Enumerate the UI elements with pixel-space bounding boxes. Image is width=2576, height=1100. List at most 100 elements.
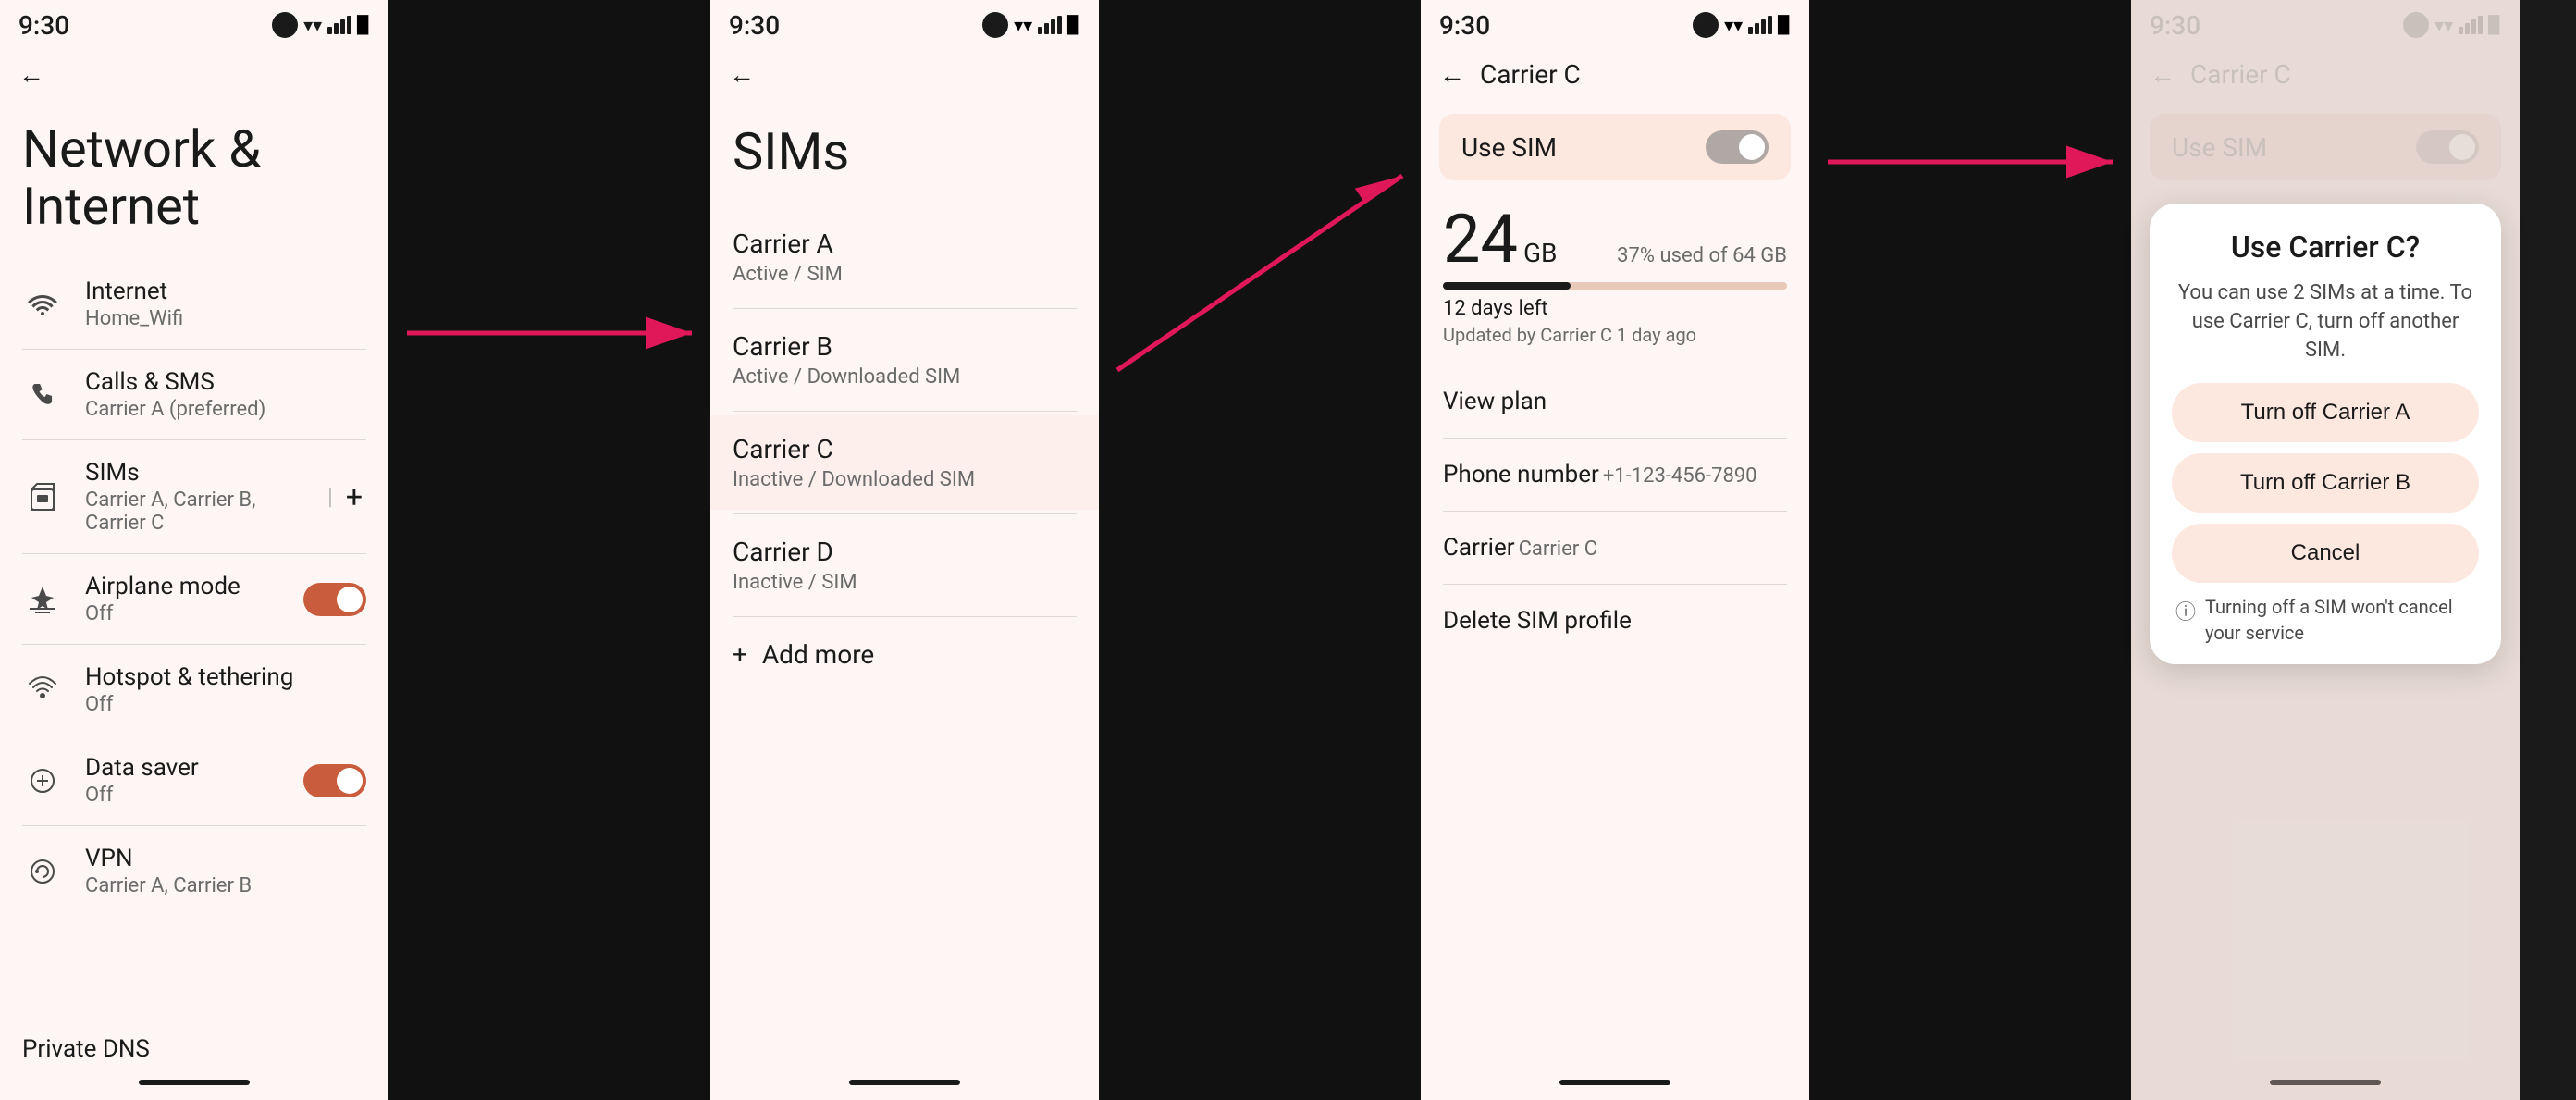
add-more-icon: + bbox=[733, 639, 747, 670]
phone-icon bbox=[22, 375, 63, 415]
add-more-button[interactable]: + Add more bbox=[710, 621, 1099, 688]
carrier-label: Carrier bbox=[1443, 534, 1515, 562]
divider-1 bbox=[22, 349, 366, 350]
wifi-icon bbox=[22, 284, 63, 325]
data-days-text: 12 days left bbox=[1443, 297, 1787, 320]
airplane-toggle[interactable] bbox=[303, 583, 366, 616]
bottom-bar-2 bbox=[849, 1080, 960, 1085]
back-button-3[interactable]: ← Carrier C bbox=[1421, 46, 1809, 103]
status-bar-2: 9:30 ▾▾ ▉ bbox=[710, 0, 1099, 46]
sims-add-button[interactable]: + bbox=[342, 476, 366, 518]
datasaver-text: Data saver Off bbox=[85, 754, 281, 807]
data-section: 24 GB 37% used of 64 GB 12 days left Upd… bbox=[1421, 192, 1809, 361]
data-amount: 24 GB bbox=[1443, 206, 1557, 273]
sim-item-carrier-d[interactable]: Carrier D Inactive / SIM bbox=[710, 518, 1099, 612]
panel-use-carrier-c: 9:30 ▾▾ ▉ ← Carrier C Use SIM bbox=[2131, 0, 2520, 1100]
arrow-2-to-3 bbox=[1099, 0, 1421, 1100]
vpn-text: VPN Carrier A, Carrier B bbox=[85, 845, 366, 897]
private-dns-label[interactable]: Private DNS bbox=[22, 1035, 150, 1063]
separator-3 bbox=[1809, 0, 2131, 1100]
sims-text: SIMs Carrier A, Carrier B, Carrier C bbox=[85, 459, 305, 535]
use-sim-toggle-knob bbox=[1739, 134, 1765, 160]
sim-item-carrier-c[interactable]: Carrier C Inactive / Downloaded SIM bbox=[710, 415, 1099, 510]
private-dns-text: Private DNS bbox=[22, 1035, 150, 1063]
hotspot-icon bbox=[22, 670, 63, 711]
datasaver-toggle[interactable] bbox=[303, 764, 366, 797]
back-button-1[interactable]: ← bbox=[0, 46, 388, 103]
internet-label: Internet bbox=[85, 278, 366, 305]
internet-menu-text: Internet Home_Wifi bbox=[85, 278, 366, 330]
divider-s2 bbox=[733, 411, 1077, 412]
divider-s1 bbox=[733, 308, 1077, 309]
divider-p3-2 bbox=[1443, 438, 1787, 439]
phone-number-value: +1-123-456-7890 bbox=[1603, 464, 1757, 488]
sims-right: | + bbox=[327, 476, 366, 518]
sims-page-title: SIMs bbox=[710, 103, 1099, 210]
data-gb-number: 24 bbox=[1443, 206, 1518, 273]
separator-2 bbox=[1099, 0, 1421, 1100]
carrier-c-name: Carrier C bbox=[733, 434, 1077, 464]
divider-4 bbox=[22, 644, 366, 645]
arrow-3-to-4 bbox=[1809, 0, 2131, 1100]
data-percent-text: 37% used of 64 GB bbox=[1617, 244, 1787, 267]
dialog-description: You can use 2 SIMs at a time. To use Car… bbox=[2172, 279, 2479, 365]
datasaver-toggle-knob bbox=[337, 768, 363, 794]
delete-sim-label: Delete SIM profile bbox=[1443, 607, 1632, 635]
status-time-3: 9:30 bbox=[1439, 10, 1490, 41]
status-time-2: 9:30 bbox=[729, 10, 780, 41]
carrier-b-status: Active / Downloaded SIM bbox=[733, 365, 1077, 389]
datasaver-icon bbox=[22, 760, 63, 801]
signal-bars-3 bbox=[1748, 16, 1772, 34]
menu-item-sims[interactable]: SIMs Carrier A, Carrier B, Carrier C | + bbox=[0, 444, 388, 550]
datasaver-sublabel: Off bbox=[85, 784, 281, 807]
menu-item-hotspot[interactable]: Hotspot & tethering Off bbox=[0, 649, 388, 731]
phone-number-item[interactable]: Phone number +1-123-456-7890 bbox=[1421, 442, 1809, 507]
menu-item-datasaver[interactable]: Data saver Off bbox=[0, 739, 388, 822]
calls-sms-text: Calls & SMS Carrier A (preferred) bbox=[85, 368, 366, 421]
sim-item-carrier-b[interactable]: Carrier B Active / Downloaded SIM bbox=[710, 313, 1099, 407]
use-sim-toggle[interactable] bbox=[1706, 130, 1769, 164]
back-arrow-2: ← bbox=[729, 59, 755, 90]
page-title-1: Network & Internet bbox=[0, 103, 388, 263]
panel-network-internet: 9:30 ▾▾ ▉ ← Network & Internet Internet … bbox=[0, 0, 388, 1100]
view-plan-label: View plan bbox=[1443, 388, 1547, 415]
menu-item-internet[interactable]: Internet Home_Wifi bbox=[0, 263, 388, 345]
arrow-1-to-2 bbox=[388, 0, 710, 1100]
use-carrier-dialog: Use Carrier C? You can use 2 SIMs at a t… bbox=[2150, 204, 2501, 664]
divider-6 bbox=[22, 825, 366, 826]
divider-s3 bbox=[733, 513, 1077, 514]
back-button-2[interactable]: ← bbox=[710, 46, 1099, 103]
signal-bars-2 bbox=[1038, 16, 1062, 34]
datasaver-right bbox=[303, 764, 366, 797]
datasaver-label: Data saver bbox=[85, 754, 281, 782]
battery-icon-2: ▉ bbox=[1067, 16, 1080, 35]
back-arrow-1: ← bbox=[18, 59, 44, 90]
turn-off-carrier-a-button[interactable]: Turn off Carrier A bbox=[2172, 383, 2479, 442]
carrier-b-name: Carrier B bbox=[733, 331, 1077, 362]
carrier-c-status: Inactive / Downloaded SIM bbox=[733, 468, 1077, 491]
panel-sims: 9:30 ▾▾ ▉ ← SIMs Carrier A Active / SIM … bbox=[710, 0, 1099, 1100]
delete-sim-item[interactable]: Delete SIM profile bbox=[1421, 588, 1809, 653]
status-circle-2 bbox=[982, 12, 1008, 38]
view-plan-item[interactable]: View plan bbox=[1421, 369, 1809, 434]
carrier-d-name: Carrier D bbox=[733, 537, 1077, 567]
use-sim-card: Use SIM bbox=[1439, 114, 1791, 180]
menu-item-airplane[interactable]: Airplane mode Off bbox=[0, 558, 388, 640]
status-time-1: 9:30 bbox=[18, 10, 69, 41]
menu-item-calls-sms[interactable]: Calls & SMS Carrier A (preferred) bbox=[0, 353, 388, 436]
status-icons-1: ▾▾ ▉ bbox=[272, 12, 370, 38]
dialog-note: ⓘ Turning off a SIM won't cancel your se… bbox=[2172, 594, 2479, 646]
sim-item-carrier-a[interactable]: Carrier A Active / SIM bbox=[710, 210, 1099, 304]
airplane-right bbox=[303, 583, 366, 616]
status-bar-3: 9:30 ▾▾ ▉ bbox=[1421, 0, 1809, 46]
cancel-button[interactable]: Cancel bbox=[2172, 524, 2479, 583]
turn-off-carrier-b-button[interactable]: Turn off Carrier B bbox=[2172, 453, 2479, 513]
vpn-icon bbox=[22, 851, 63, 892]
bottom-bar-3 bbox=[1559, 1080, 1670, 1085]
divider-s4 bbox=[733, 616, 1077, 617]
internet-sublabel: Home_Wifi bbox=[85, 307, 366, 330]
menu-item-vpn[interactable]: VPN Carrier A, Carrier B bbox=[0, 830, 388, 912]
wifi-status-icon: ▾▾ bbox=[303, 14, 322, 36]
carrier-a-status: Active / SIM bbox=[733, 263, 1077, 286]
carrier-item[interactable]: Carrier Carrier C bbox=[1421, 515, 1809, 580]
